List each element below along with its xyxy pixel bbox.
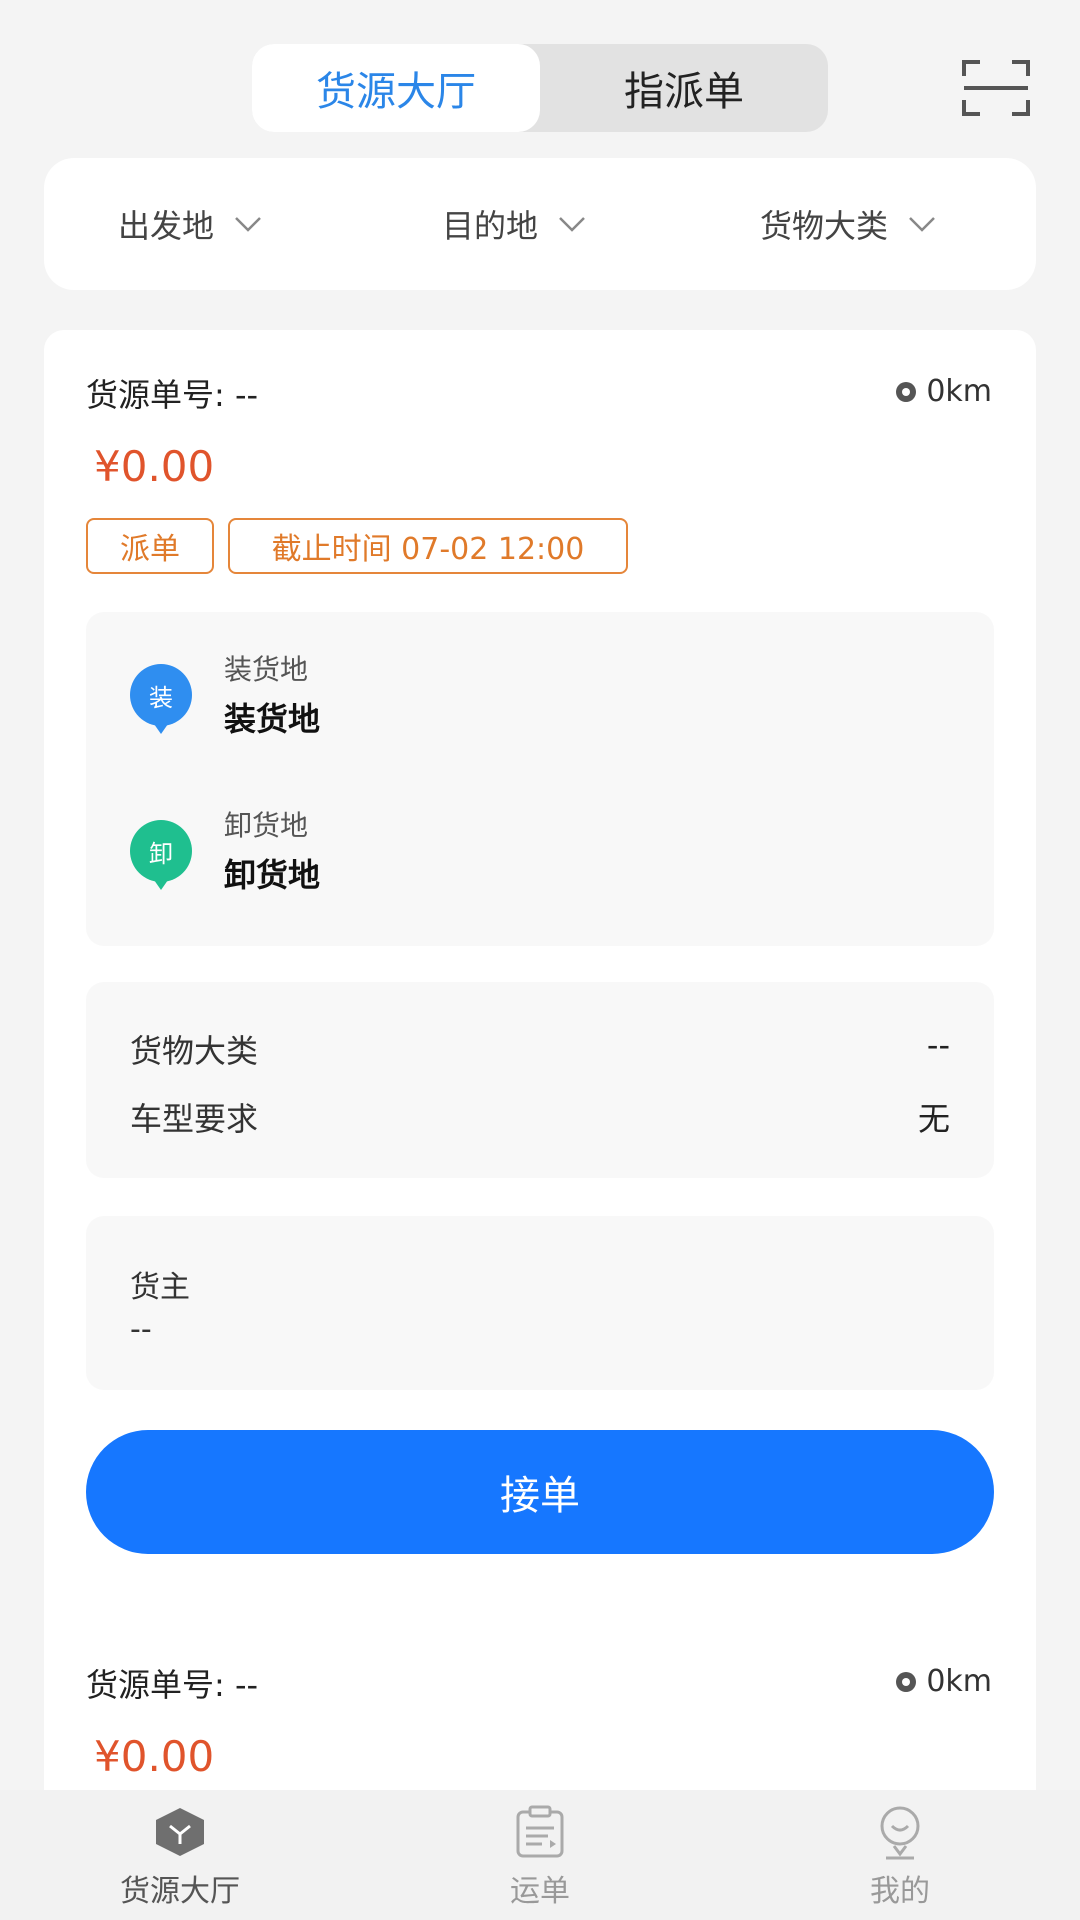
cargo-info-box: 货物大类 -- 车型要求 无 [86,982,994,1178]
filter-departure[interactable]: 出发地 [118,158,262,290]
route-box: 装 装货地 装货地 卸 卸货地 卸货地 [86,612,994,946]
unload-icon: 卸 [130,820,192,890]
filter-cargo-category-label: 货物大类 [760,207,889,245]
distance: 0km [896,1664,992,1699]
tab-cargo-hall[interactable]: 货源大厅 [252,44,540,132]
vehicle-requirement-value: 无 [917,1100,950,1138]
nav-cargo-hall[interactable]: 货源大厅 [0,1790,360,1920]
filter-destination[interactable]: 目的地 [442,158,586,290]
load-label: 装货地 [224,653,309,686]
price: ¥0.00 [94,442,215,491]
cargo-category-key: 货物大类 [130,1032,259,1070]
order-id: 货源单号: -- [86,1666,259,1704]
location-pin-icon [896,1671,917,1692]
deadline-tag: 截止时间 07-02 12:00 [228,518,628,574]
filter-destination-label: 目的地 [442,207,539,245]
accept-order-button[interactable]: 接单 [86,1430,994,1554]
vehicle-requirement-key: 车型要求 [130,1100,259,1138]
cube-icon [156,1808,204,1856]
distance-value: 0km [926,1664,992,1699]
scan-icon[interactable] [962,58,1030,118]
filter-departure-label: 出发地 [118,207,215,245]
unload-value: 卸货地 [224,856,321,894]
chevron-down-icon [559,217,585,232]
person-icon [880,1806,920,1860]
nav-waybill[interactable]: 运单 [360,1790,720,1920]
distance: 0km [896,374,992,409]
tab-assigned-orders[interactable]: 指派单 [540,44,828,132]
clipboard-icon [516,1805,564,1858]
nav-cargo-hall-label: 货源大厅 [120,1874,240,1909]
order-id: 货源单号: -- [86,376,259,414]
bottom-nav: 货源大厅 运单 我的 [0,1790,1080,1920]
chevron-down-icon [235,217,261,232]
nav-mine-label: 我的 [870,1874,930,1909]
location-pin-icon [896,381,917,402]
top-tab-switch: 货源大厅 指派单 [252,44,828,132]
load-value: 装货地 [224,700,321,738]
filter-bar: 出发地 目的地 货物大类 [44,158,1036,290]
nav-mine[interactable]: 我的 [720,1790,1080,1920]
shipper-value: -- [130,1312,152,1347]
nav-waybill-label: 运单 [510,1874,570,1909]
cargo-category-value: -- [926,1026,950,1064]
shipper-key: 货主 [130,1270,190,1305]
filter-cargo-category[interactable]: 货物大类 [760,158,936,290]
price: ¥0.00 [94,1732,215,1781]
chevron-down-icon [909,217,935,232]
order-list: 货源单号: -- 0km ¥0.00 派单 截止时间 07-02 12:00 装… [44,330,1036,1890]
page: 货源大厅 指派单 出发地 目的地 货物大类 货源单号: -- 0km ¥0.00… [0,0,1080,1920]
shipper-box: 货主 -- [86,1216,994,1390]
dispatch-tag: 派单 [86,518,214,574]
distance-value: 0km [926,374,992,409]
load-icon: 装 [130,664,192,734]
unload-label: 卸货地 [224,809,309,842]
